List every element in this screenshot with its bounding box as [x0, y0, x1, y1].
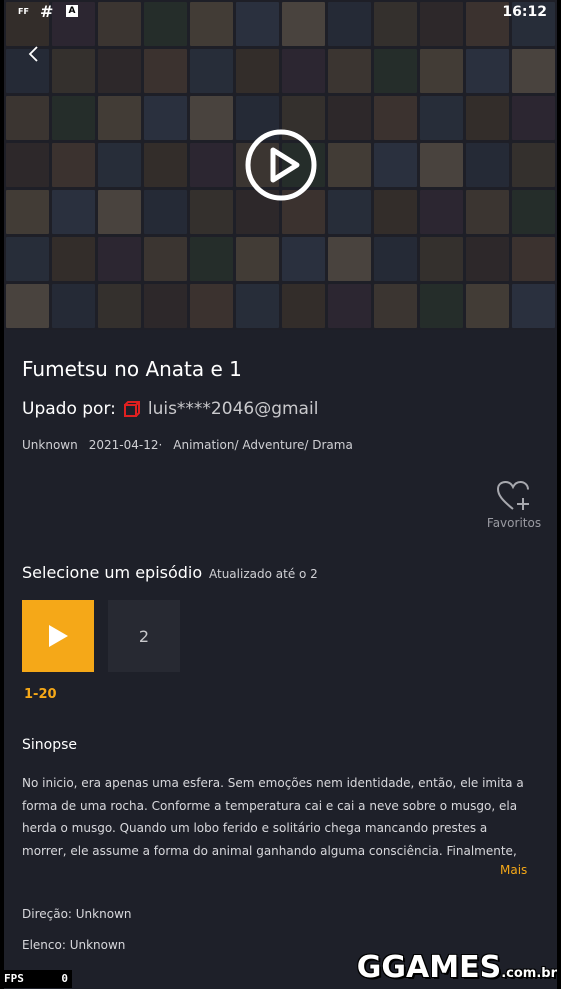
- fps-label: FPS: [4, 972, 24, 985]
- chevron-left-icon: [28, 46, 38, 62]
- hash-icon: #: [40, 2, 54, 21]
- play-icon: [49, 625, 68, 647]
- uploader-email[interactable]: luis****2046@gmail: [148, 399, 319, 419]
- hero-banner[interactable]: [4, 0, 557, 330]
- status-bar: FF # A 16:12: [4, 0, 557, 25]
- cube-icon: [123, 401, 140, 417]
- uploader-label: Upado por:: [22, 399, 116, 419]
- synopsis-text: No inicio, era apenas uma esfera. Sem em…: [22, 776, 524, 858]
- movie-detail-screen: FF # A 16:12 Fumetsu no Anata e 1 Upado …: [4, 0, 557, 989]
- uploader-row: Upado por: luis****2046@gmail: [22, 399, 318, 419]
- episode-1-button[interactable]: [22, 600, 94, 672]
- genres-text: Animation/ Adventure/ Drama: [173, 438, 353, 452]
- region-text: Unknown: [22, 438, 78, 452]
- episodes-updated: Atualizado até o 2: [209, 567, 318, 581]
- metadata-row: Unknown 2021-04-12· Animation/ Adventure…: [22, 438, 353, 452]
- synopsis-heading: Sinopse: [22, 737, 78, 753]
- episodes-heading: Selecione um episódio: [22, 563, 203, 582]
- ff-icon: FF: [18, 7, 29, 16]
- fps-value: 0: [61, 972, 68, 985]
- play-icon[interactable]: [244, 128, 318, 202]
- episode-range-tab[interactable]: 1-20: [24, 687, 57, 702]
- font-a-icon: A: [66, 5, 78, 17]
- direction-text: Direção: Unknown: [22, 907, 132, 921]
- fps-counter: FPS 0: [0, 970, 72, 988]
- favorite-button[interactable]: Favoritos: [486, 480, 542, 530]
- heart-plus-icon: [496, 480, 529, 510]
- clock: 16:12: [502, 4, 547, 20]
- favorite-label: Favoritos: [486, 516, 542, 530]
- watermark-logo: GGAMES.com.br: [356, 950, 557, 985]
- cast-text: Elenco: Unknown: [22, 938, 126, 952]
- page-title: Fumetsu no Anata e 1: [22, 357, 242, 381]
- back-button[interactable]: [20, 40, 48, 68]
- release-date: 2021-04-12·: [88, 438, 163, 452]
- more-link[interactable]: Mais: [500, 863, 527, 877]
- episode-2-button[interactable]: 2: [108, 600, 180, 672]
